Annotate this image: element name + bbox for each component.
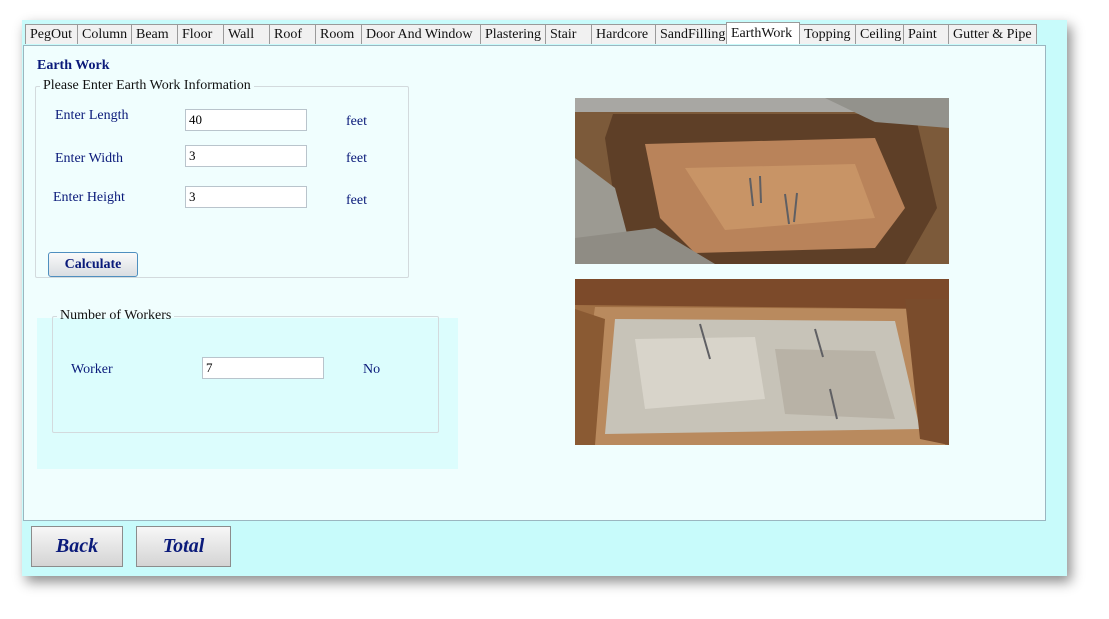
height-unit: feet [346, 193, 367, 208]
worker-input[interactable] [202, 357, 324, 379]
workers-legend: Number of Workers [60, 308, 172, 323]
earthwork-info-legend: Please Enter Earth Work Information [43, 78, 251, 93]
calculate-button[interactable]: Calculate [48, 252, 138, 277]
tab-paint[interactable]: Paint [903, 24, 949, 44]
length-unit: feet [346, 114, 367, 129]
tab-door-and-window[interactable]: Door And Window [361, 24, 481, 44]
width-label: Enter Width [55, 151, 123, 166]
app-window: PegOut Column Beam Floor Wall Roof Room … [22, 20, 1067, 576]
tab-hardcore[interactable]: Hardcore [591, 24, 656, 44]
length-label: Enter Length [55, 108, 129, 123]
excavation-photo-bottom [575, 279, 949, 445]
tab-beam[interactable]: Beam [131, 24, 178, 44]
tab-sandfilling[interactable]: SandFilling [655, 24, 727, 44]
tab-earthwork[interactable]: EarthWork [726, 22, 800, 44]
tab-gutter-and-pipe[interactable]: Gutter & Pipe [948, 24, 1037, 44]
tab-topping[interactable]: Topping [799, 24, 856, 44]
width-input[interactable] [185, 145, 307, 167]
tab-floor[interactable]: Floor [177, 24, 224, 44]
back-button[interactable]: Back [31, 526, 123, 567]
worker-unit: No [363, 362, 381, 377]
tab-plastering[interactable]: Plastering [480, 24, 546, 44]
tab-pegout[interactable]: PegOut [25, 24, 78, 44]
page-title: Earth Work [37, 58, 110, 73]
worker-label: Worker [71, 362, 113, 377]
height-label: Enter Height [53, 190, 125, 205]
earthwork-panel: Earth Work Please Enter Earth Work Infor… [23, 45, 1046, 521]
length-input[interactable] [185, 109, 307, 131]
tab-room[interactable]: Room [315, 24, 362, 44]
width-unit: feet [346, 151, 367, 166]
tab-wall[interactable]: Wall [223, 24, 270, 44]
height-input[interactable] [185, 186, 307, 208]
tab-ceiling[interactable]: Ceiling [855, 24, 904, 44]
tab-column[interactable]: Column [77, 24, 132, 44]
total-button[interactable]: Total [136, 526, 231, 567]
tab-stair[interactable]: Stair [545, 24, 592, 44]
tab-roof[interactable]: Roof [269, 24, 316, 44]
tab-strip: PegOut Column Beam Floor Wall Roof Room … [25, 22, 1037, 46]
excavation-photo-top [575, 98, 949, 264]
